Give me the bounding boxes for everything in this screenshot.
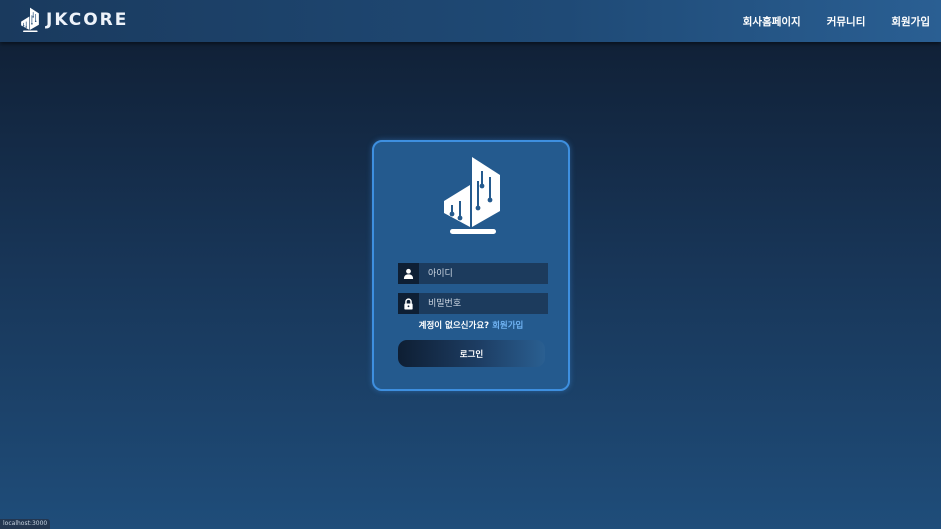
login-card: 계정이 없으신가요?회원가입 로그인 <box>372 140 570 391</box>
login-button[interactable]: 로그인 <box>398 340 545 367</box>
main-nav: 회사홈페이지 커뮤니티 회원가입 <box>717 14 930 29</box>
building-chip-logo-icon <box>21 7 39 33</box>
browser-status-url: localhost:3000 <box>0 519 51 529</box>
brand-name: JKCORE <box>46 10 129 30</box>
password-field <box>398 293 548 314</box>
nav-item-community[interactable]: 커뮤니티 <box>827 14 866 29</box>
building-chip-logo-icon <box>444 157 500 234</box>
signup-prompt-text: 계정이 없으신가요? <box>418 321 490 331</box>
signup-link[interactable]: 회원가입 <box>492 321 523 331</box>
signup-prompt-line: 계정이 없으신가요? 회원가입 <box>374 319 568 331</box>
brand-logo[interactable]: JKCORE <box>19 7 128 33</box>
top-navbar: JKCORE 회사홈페이지 커뮤니티 회원가입 <box>0 0 941 42</box>
id-input[interactable] <box>419 263 548 284</box>
nav-item-company-homepage[interactable]: 회사홈페이지 <box>743 14 801 29</box>
id-field <box>398 263 548 284</box>
user-icon <box>398 263 419 284</box>
nav-item-signup[interactable]: 회원가입 <box>891 14 930 29</box>
lock-icon <box>398 293 419 314</box>
password-input[interactable] <box>419 293 548 314</box>
